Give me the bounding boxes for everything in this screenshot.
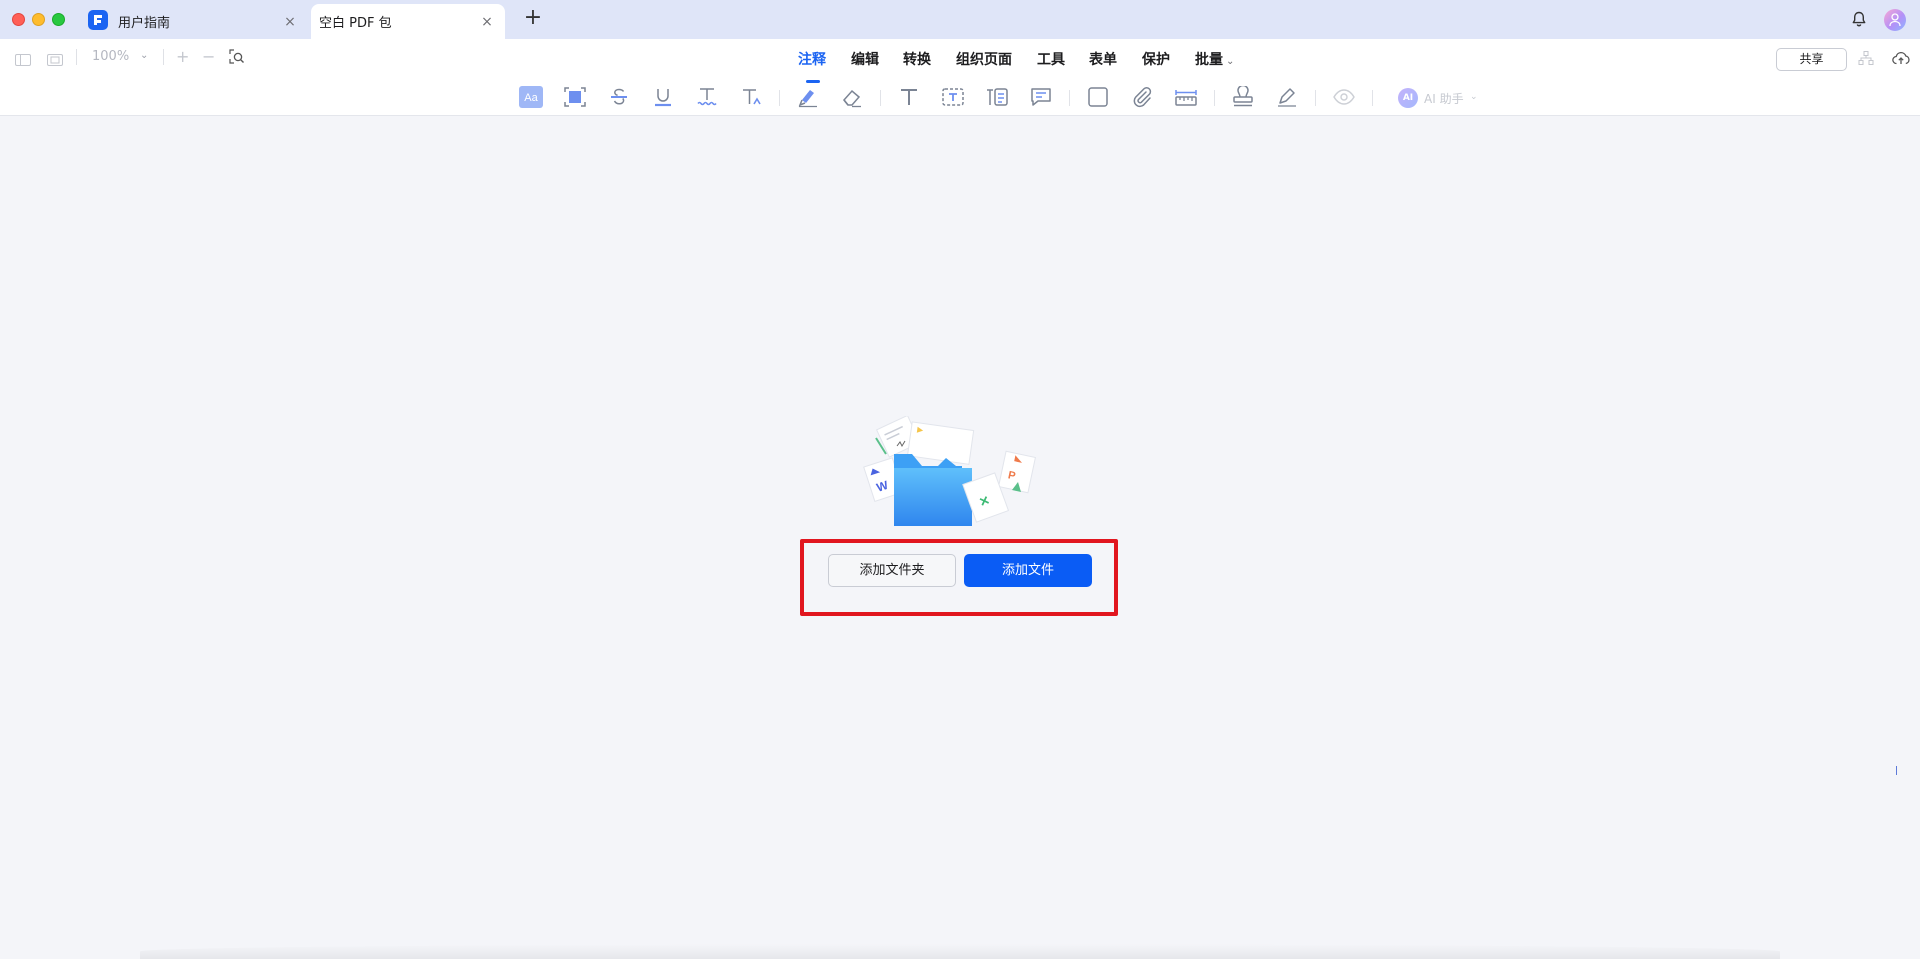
menu-forms[interactable]: 表单 bbox=[1089, 49, 1117, 69]
add-file-button[interactable]: 添加文件 bbox=[964, 554, 1092, 587]
chevron-down-icon: ⌄ bbox=[1226, 56, 1235, 67]
underline-icon[interactable] bbox=[650, 84, 676, 110]
tab-label: 用户指南 bbox=[118, 16, 171, 31]
new-tab-button[interactable]: + bbox=[522, 7, 544, 30]
minimize-window-button[interactable] bbox=[32, 13, 45, 26]
insert-text-icon[interactable] bbox=[738, 84, 764, 110]
squiggly-icon[interactable] bbox=[694, 84, 720, 110]
stamp-icon[interactable] bbox=[1230, 84, 1256, 110]
comment-icon[interactable] bbox=[1028, 84, 1054, 110]
text-box-icon[interactable] bbox=[940, 84, 966, 110]
close-window-button[interactable] bbox=[12, 13, 25, 26]
menu-convert[interactable]: 转换 bbox=[903, 49, 931, 69]
attachment-icon[interactable] bbox=[1129, 84, 1155, 110]
scrollbar-indicator[interactable] bbox=[1896, 766, 1897, 775]
active-menu-indicator bbox=[806, 80, 820, 83]
text-style-icon[interactable]: Aa bbox=[518, 84, 544, 110]
tab-label: 空白 PDF 包 bbox=[319, 16, 392, 31]
eraser-icon[interactable] bbox=[839, 84, 865, 110]
divider bbox=[880, 90, 881, 106]
cloud-upload-icon[interactable] bbox=[1892, 50, 1910, 70]
rectangle-icon[interactable] bbox=[1085, 84, 1111, 110]
signature-icon[interactable] bbox=[1274, 84, 1300, 110]
maximize-window-button[interactable] bbox=[52, 13, 65, 26]
strikethrough-icon[interactable] bbox=[606, 84, 632, 110]
close-icon[interactable]: × bbox=[479, 14, 495, 30]
divider bbox=[1069, 90, 1070, 106]
callout-icon[interactable] bbox=[984, 84, 1010, 110]
ai-assistant-label[interactable]: AI 助手 bbox=[1424, 90, 1464, 107]
menu-batch-label: 批量 bbox=[1195, 52, 1223, 68]
connection-icon[interactable] bbox=[1858, 50, 1874, 70]
menu-tools[interactable]: 工具 bbox=[1037, 49, 1065, 69]
svg-text:Aa: Aa bbox=[524, 92, 538, 104]
menu-annotate[interactable]: 注释 bbox=[798, 49, 826, 69]
tab-blank-pdf-bundle[interactable]: 空白 PDF 包 × bbox=[311, 4, 505, 39]
divider bbox=[779, 90, 780, 106]
chevron-down-icon[interactable]: ⌄ bbox=[1470, 92, 1478, 102]
notification-bell-icon[interactable] bbox=[1850, 10, 1868, 32]
eye-icon[interactable] bbox=[1331, 84, 1357, 110]
main-toolbar: 100% ⌄ + − 注释 编辑 转换 组织页面 工具 表单 保护 批量 ⌄ 共享… bbox=[0, 39, 1920, 116]
ai-assistant-icon[interactable]: AI bbox=[1398, 88, 1418, 108]
area-highlight-icon[interactable] bbox=[562, 84, 588, 110]
app-logo-icon bbox=[88, 10, 108, 30]
close-icon[interactable]: × bbox=[282, 14, 298, 30]
window-bottom-shadow bbox=[140, 944, 1780, 959]
divider bbox=[1214, 90, 1215, 106]
user-avatar[interactable] bbox=[1884, 9, 1906, 31]
tab-user-guide[interactable]: 用户指南 × bbox=[118, 4, 308, 39]
menu-organize-pages[interactable]: 组织页面 bbox=[956, 49, 1012, 69]
main-menu: 注释 编辑 转换 组织页面 工具 表单 保护 批量 ⌄ bbox=[0, 49, 1920, 83]
menu-batch[interactable]: 批量 ⌄ bbox=[1195, 49, 1234, 69]
typewriter-icon[interactable] bbox=[896, 84, 922, 110]
share-button[interactable]: 共享 bbox=[1776, 48, 1847, 71]
measure-icon[interactable] bbox=[1173, 84, 1199, 110]
divider bbox=[1372, 90, 1373, 106]
add-folder-button[interactable]: 添加文件夹 bbox=[828, 554, 956, 587]
menu-edit[interactable]: 编辑 bbox=[851, 49, 879, 69]
menu-protect[interactable]: 保护 bbox=[1142, 49, 1170, 69]
tab-bar: 用户指南 × 空白 PDF 包 × + bbox=[0, 0, 1920, 39]
highlighter-icon[interactable] bbox=[795, 84, 821, 110]
divider bbox=[1315, 90, 1316, 106]
empty-folder-illustration: W P × bbox=[862, 414, 1038, 526]
